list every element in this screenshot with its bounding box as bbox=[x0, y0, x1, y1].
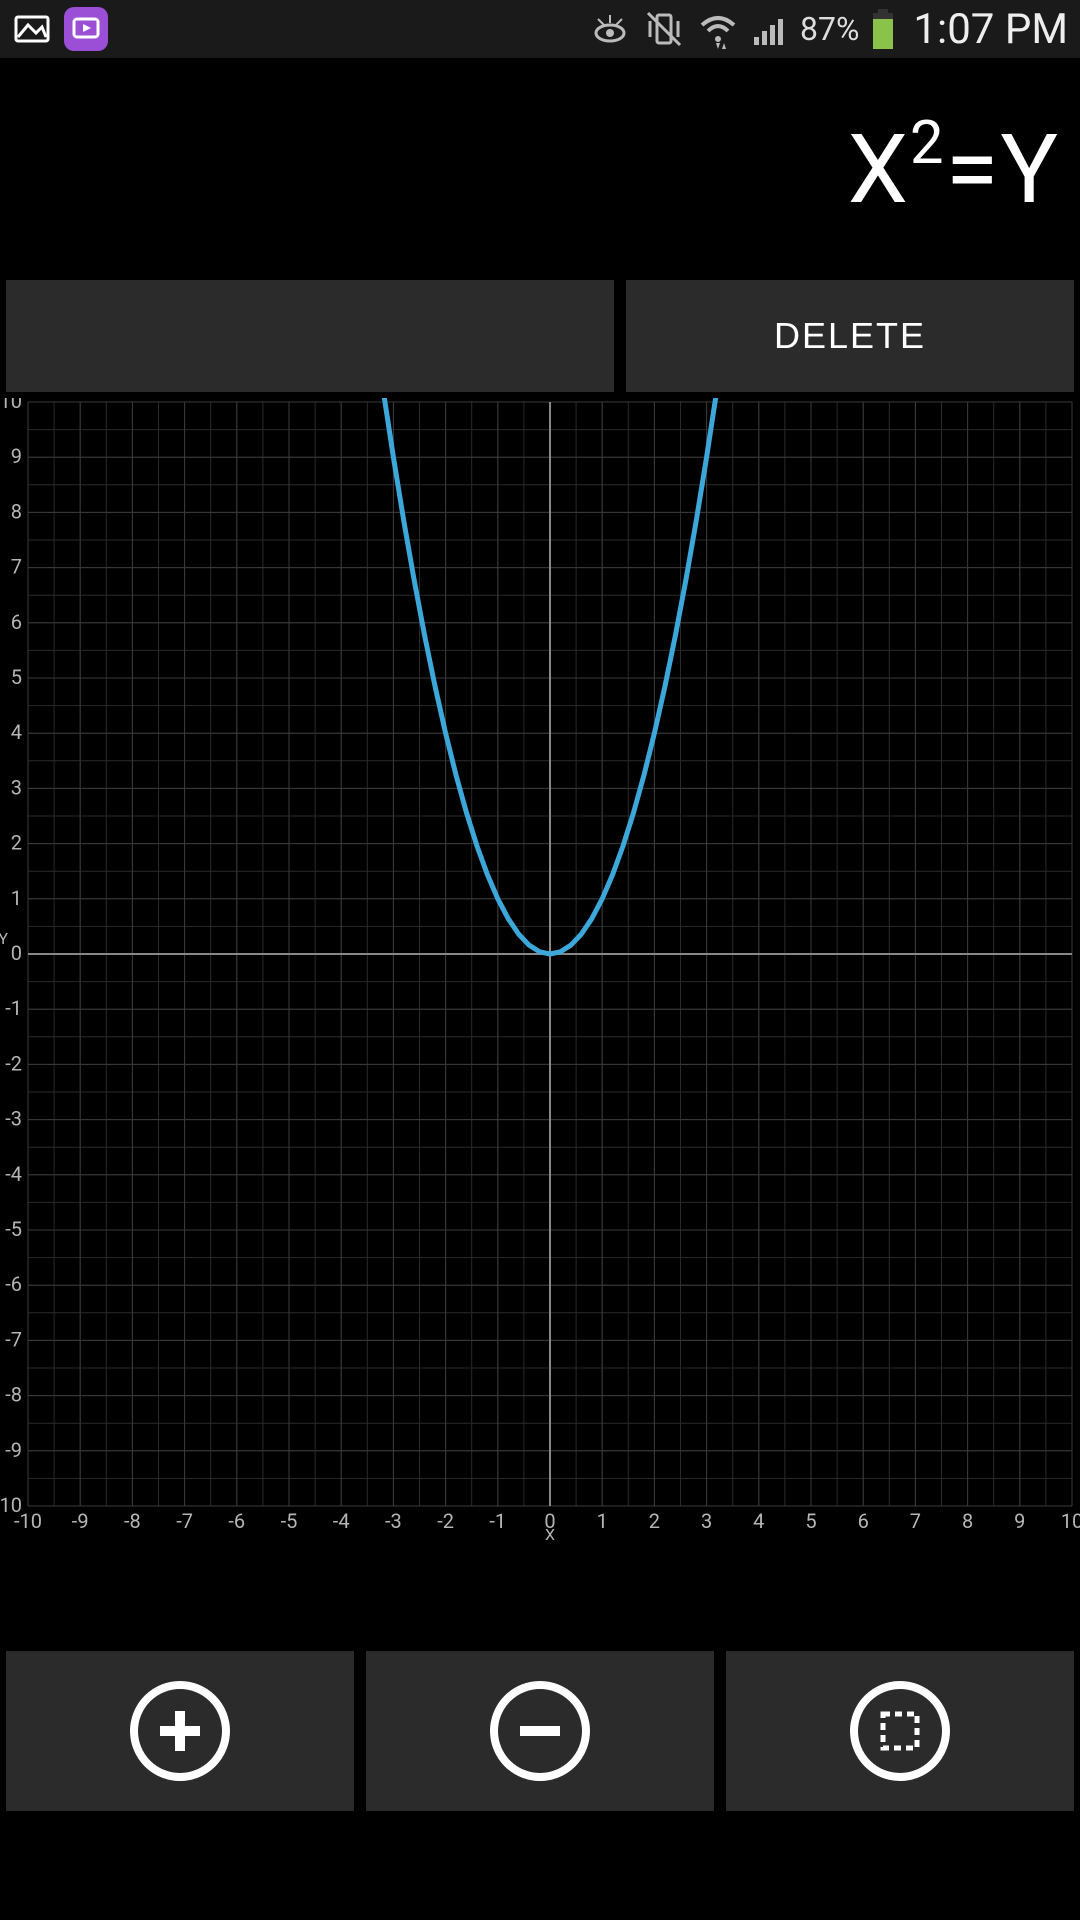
svg-text:Y: Y bbox=[0, 929, 8, 948]
svg-text:-1: -1 bbox=[489, 1509, 506, 1533]
equation-display[interactable]: X2=Y bbox=[0, 58, 1080, 280]
svg-text:5: 5 bbox=[805, 1509, 816, 1533]
eye-icon bbox=[588, 7, 632, 51]
svg-text:10: 10 bbox=[0, 398, 22, 413]
screencast-icon bbox=[64, 7, 108, 51]
delete-button[interactable]: DELETE bbox=[626, 280, 1074, 392]
battery-icon bbox=[869, 7, 897, 51]
svg-text:-6: -6 bbox=[228, 1509, 245, 1533]
svg-text:6: 6 bbox=[858, 1509, 869, 1533]
svg-text:3: 3 bbox=[701, 1509, 712, 1533]
action-row: DELETE bbox=[0, 280, 1080, 392]
svg-text:9: 9 bbox=[1014, 1509, 1025, 1533]
svg-text:-3: -3 bbox=[5, 1107, 22, 1131]
signal-icon bbox=[750, 9, 790, 49]
equation-base: X bbox=[848, 114, 910, 226]
svg-text:1: 1 bbox=[597, 1509, 608, 1533]
battery-percentage: 87% bbox=[800, 10, 859, 48]
svg-text:-7: -7 bbox=[176, 1509, 193, 1533]
svg-text:-7: -7 bbox=[5, 1327, 22, 1351]
svg-text:-5: -5 bbox=[281, 1509, 298, 1533]
svg-text:-10: -10 bbox=[0, 1493, 22, 1517]
equation-exponent: 2 bbox=[910, 107, 946, 178]
svg-text:-9: -9 bbox=[72, 1509, 89, 1533]
plus-circle-icon bbox=[125, 1676, 235, 1786]
svg-text:-8: -8 bbox=[5, 1383, 22, 1407]
svg-text:-6: -6 bbox=[5, 1272, 22, 1296]
svg-text:8: 8 bbox=[11, 499, 22, 523]
svg-text:4: 4 bbox=[753, 1509, 764, 1533]
zoom-in-button[interactable] bbox=[6, 1651, 354, 1811]
svg-text:2: 2 bbox=[11, 831, 22, 855]
svg-text:-5: -5 bbox=[5, 1217, 22, 1241]
svg-text:3: 3 bbox=[11, 775, 22, 799]
svg-text:-4: -4 bbox=[5, 1162, 22, 1186]
selection-circle-icon bbox=[845, 1676, 955, 1786]
svg-text:9: 9 bbox=[11, 444, 22, 468]
svg-text:7: 7 bbox=[910, 1509, 921, 1533]
zoom-out-button[interactable] bbox=[366, 1651, 714, 1811]
svg-text:-2: -2 bbox=[5, 1051, 22, 1075]
svg-text:6: 6 bbox=[11, 610, 22, 634]
delete-label: DELETE bbox=[774, 315, 926, 357]
result-button[interactable] bbox=[6, 280, 614, 392]
svg-text:0: 0 bbox=[11, 941, 22, 965]
svg-text:-4: -4 bbox=[333, 1509, 350, 1533]
svg-text:8: 8 bbox=[962, 1509, 973, 1533]
svg-text:-9: -9 bbox=[5, 1438, 22, 1462]
svg-text:1: 1 bbox=[11, 886, 22, 910]
svg-text:-3: -3 bbox=[385, 1509, 402, 1533]
gallery-icon bbox=[12, 9, 52, 49]
vibrate-icon bbox=[642, 7, 686, 51]
equation-rhs: =Y bbox=[946, 114, 1060, 226]
svg-text:7: 7 bbox=[11, 555, 22, 579]
svg-text:-2: -2 bbox=[437, 1509, 454, 1533]
svg-text:2: 2 bbox=[649, 1509, 660, 1533]
graph-canvas[interactable]: -10-9-8-7-6-5-4-3-2-1012345678910-10-9-8… bbox=[0, 398, 1080, 1542]
minus-circle-icon bbox=[485, 1676, 595, 1786]
svg-text:10: 10 bbox=[1061, 1509, 1080, 1533]
select-region-button[interactable] bbox=[726, 1651, 1074, 1811]
clock: 1:07 PM bbox=[913, 5, 1068, 54]
status-bar: 87% 1:07 PM bbox=[0, 0, 1080, 58]
svg-text:4: 4 bbox=[11, 720, 22, 744]
svg-text:-1: -1 bbox=[5, 996, 22, 1020]
svg-text:5: 5 bbox=[11, 665, 22, 689]
svg-text:-8: -8 bbox=[124, 1509, 141, 1533]
wifi-icon bbox=[696, 7, 740, 51]
zoom-controls bbox=[0, 1542, 1080, 1920]
svg-text:X: X bbox=[545, 1525, 555, 1542]
